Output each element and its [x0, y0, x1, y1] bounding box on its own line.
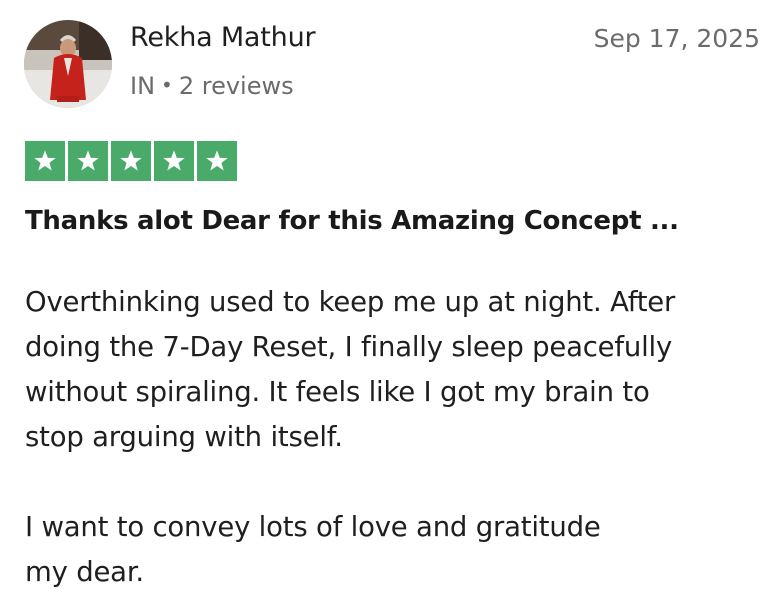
review-body: Overthinking used to keep me up at night…: [25, 280, 765, 595]
review-line: Overthinking used to keep me up at night…: [25, 286, 676, 318]
star-icon: [197, 141, 237, 181]
review-line: I want to convey lots of love and gratit…: [25, 511, 601, 543]
review-paragraph: I want to convey lots of love and gratit…: [25, 505, 765, 595]
reviewer-name[interactable]: Rekha Mathur: [130, 22, 316, 53]
star-icon: [25, 141, 65, 181]
review-paragraph: Overthinking used to keep me up at night…: [25, 280, 765, 460]
meta-separator: •: [161, 73, 173, 97]
review-line: doing the 7-Day Reset, I finally sleep p…: [25, 331, 673, 363]
reviewer-avatar[interactable]: [24, 20, 112, 108]
star-icon: [68, 141, 108, 181]
review-line: without spiraling. It feels like I got m…: [25, 376, 650, 408]
reviewer-meta: IN • 2 reviews: [130, 72, 294, 100]
star-icon: [154, 141, 194, 181]
review-card: Rekha Mathur IN • 2 reviews Sep 17, 2025 T…: [0, 0, 784, 596]
review-title[interactable]: Thanks alot Dear for this Amazing Concep…: [25, 206, 679, 236]
review-line: stop arguing with itself.: [25, 421, 343, 453]
reviewer-review-count: 2 reviews: [178, 72, 294, 100]
person-photo-icon: [24, 20, 112, 108]
star-rating: [25, 141, 237, 181]
review-line: my dear.: [25, 556, 144, 588]
reviewer-country: IN: [130, 72, 156, 100]
review-date: Sep 17, 2025: [593, 24, 760, 53]
star-icon: [111, 141, 151, 181]
